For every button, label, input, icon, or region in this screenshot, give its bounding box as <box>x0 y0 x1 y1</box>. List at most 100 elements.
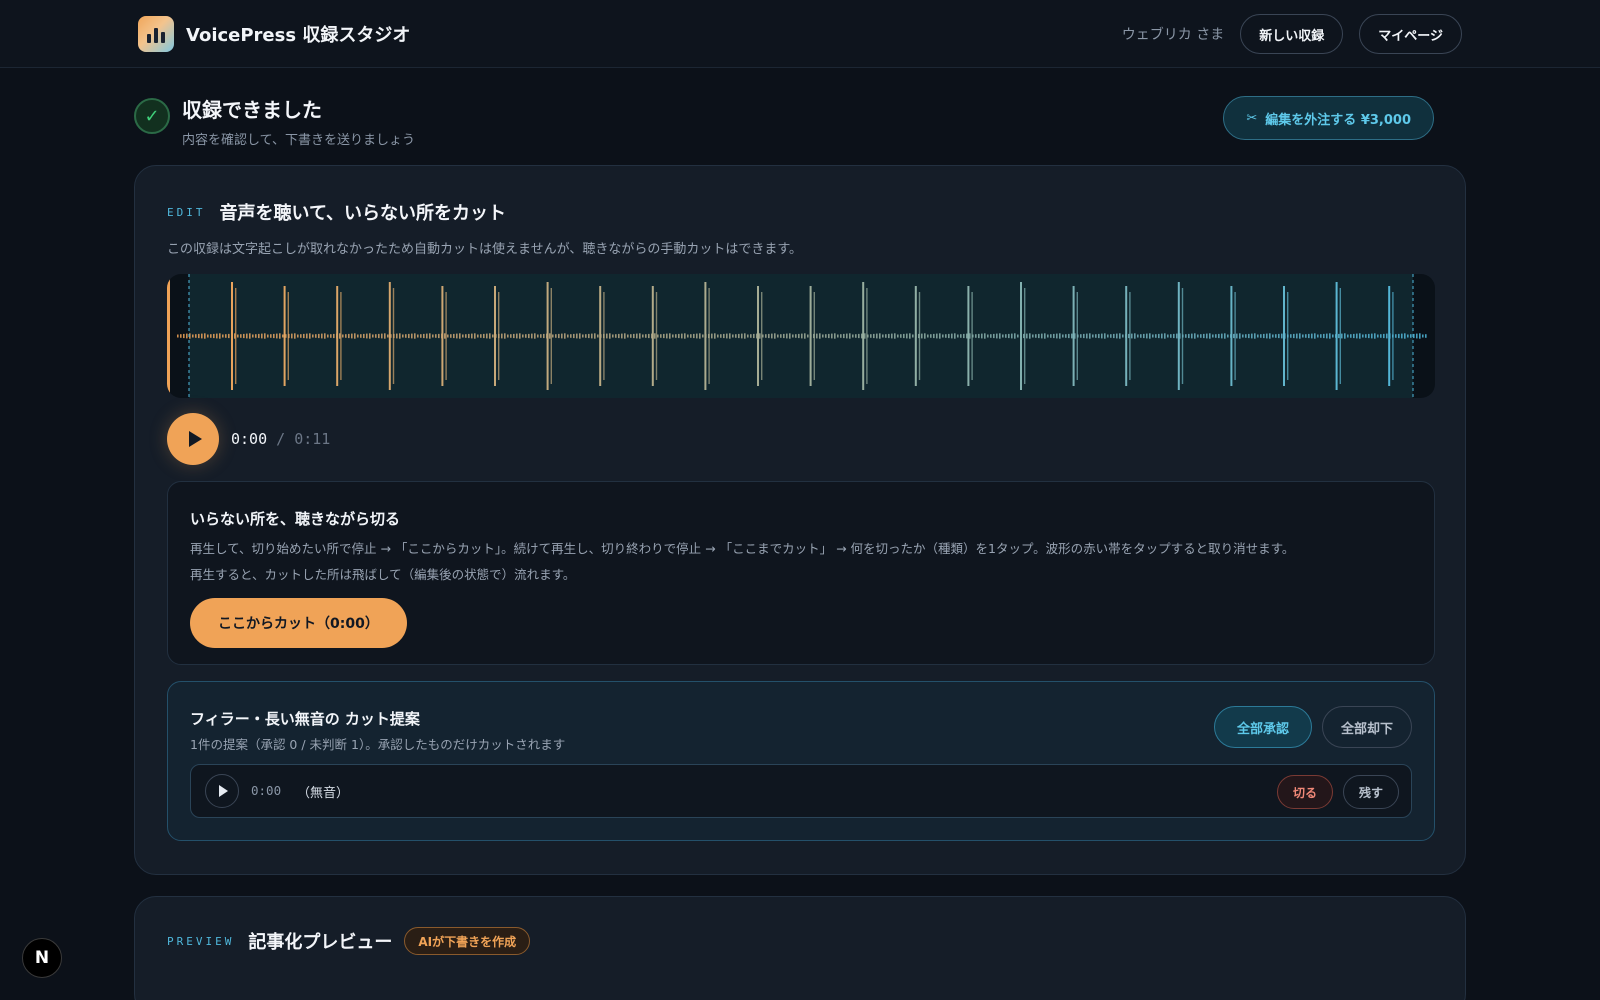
waveform-sample <box>1311 333 1313 339</box>
waveform-sample <box>1314 333 1316 339</box>
waveform-sample <box>519 333 521 339</box>
waveform-sample <box>453 333 455 339</box>
waveform-sample <box>1305 334 1307 338</box>
dev-tools-badge[interactable]: N <box>22 938 62 978</box>
waveform-sample <box>468 333 470 339</box>
waveform-sample <box>483 333 485 339</box>
edit-card: EDIT 音声を聴いて、いらない所をカット この収録は文字起こしが取れなかったた… <box>134 165 1466 875</box>
waveform-sample <box>597 334 599 338</box>
waveform-peak <box>655 292 658 380</box>
waveform-sample <box>456 333 458 339</box>
waveform-sample <box>747 334 749 338</box>
waveform-sample <box>828 333 830 339</box>
waveform-sample <box>675 334 677 338</box>
suggestion-cut-button[interactable]: 切る <box>1276 775 1333 809</box>
waveform-peak <box>1392 292 1394 380</box>
waveform-sample <box>591 333 593 339</box>
waveform-sample <box>294 333 296 339</box>
waveform-sample <box>615 334 617 338</box>
waveform-sample <box>1281 333 1283 339</box>
waveform-sample <box>276 333 278 339</box>
waveform-sample <box>408 333 410 339</box>
outsource-edit-button[interactable]: ✂ 編集を外注する ¥3,000 <box>1223 96 1434 140</box>
waveform-peak <box>862 282 865 390</box>
waveform-sample <box>282 334 284 338</box>
cut-from-here-button[interactable]: ここからカット（0:00） <box>190 598 407 648</box>
waveform-peak <box>866 288 868 384</box>
waveform-sample <box>1134 333 1136 339</box>
waveform-sample <box>486 333 488 339</box>
waveform-sample <box>357 334 359 338</box>
waveform-sample <box>894 333 896 339</box>
accept-all-button[interactable]: 全部承認 <box>1213 706 1312 748</box>
waveform-sample <box>1374 333 1376 339</box>
waveform-sample <box>423 333 425 339</box>
waveform-sample <box>1236 333 1238 339</box>
waveform-sample <box>612 334 614 338</box>
waveform-peak <box>1335 282 1338 390</box>
playhead <box>167 274 170 398</box>
waveform-sample <box>360 334 362 338</box>
waveform-sample <box>1359 333 1361 339</box>
suggestion-play-button[interactable] <box>205 774 239 808</box>
brand[interactable]: VoicePress 収録スタジオ <box>138 16 410 52</box>
waveform-sample <box>1410 334 1412 338</box>
waveform-sample <box>501 333 503 339</box>
waveform-sample <box>834 333 836 339</box>
waveform-sample <box>540 334 542 338</box>
waveform-sample <box>1146 333 1148 339</box>
waveform-sample <box>252 334 254 338</box>
waveform-sample <box>327 334 329 338</box>
reject-all-button[interactable]: 全部却下 <box>1321 706 1412 748</box>
new-recording-button[interactable]: 新しい収録 <box>1240 14 1344 54</box>
suggestion-keep-button[interactable]: 残す <box>1342 775 1399 809</box>
waveform-sample <box>849 333 851 339</box>
waveform-sample <box>900 334 902 338</box>
waveform-sample <box>1158 333 1160 339</box>
waveform-sample <box>1278 333 1280 339</box>
waveform-sample <box>1170 334 1172 338</box>
waveform-sample <box>291 333 293 339</box>
waveform-sample <box>681 333 683 339</box>
waveform-sample <box>636 333 638 339</box>
suggestion-time: 0:00 <box>251 783 282 798</box>
waveform-sample <box>960 334 962 338</box>
waveform-sample <box>606 333 608 339</box>
waveform-sample <box>726 333 728 339</box>
waveform-sample <box>858 333 860 339</box>
waveform-sample <box>492 334 494 338</box>
waveform-sample <box>1326 333 1328 339</box>
waveform-sample <box>720 334 722 338</box>
waveform-peak <box>494 286 496 386</box>
play-button[interactable] <box>167 413 219 465</box>
waveform-sample <box>1071 333 1073 339</box>
waveform-sample <box>564 333 566 339</box>
waveform-sample <box>702 334 704 338</box>
waveform-sample <box>1161 333 1163 339</box>
waveform-sample <box>657 334 659 338</box>
waveform-sample <box>567 334 569 338</box>
waveform-sample <box>1101 333 1103 339</box>
waveform-sample <box>888 333 890 339</box>
waveform-sample <box>1341 333 1343 339</box>
waveform-sample <box>510 334 512 338</box>
waveform-sample <box>1119 333 1121 339</box>
mypage-button[interactable]: マイページ <box>1359 14 1462 54</box>
waveform-peak <box>704 282 707 390</box>
waveform-sample <box>1272 334 1274 338</box>
waveform-peak <box>546 282 549 390</box>
waveform-sample <box>897 334 899 338</box>
waveform-sample <box>1083 333 1085 339</box>
waveform-sample <box>1104 333 1106 339</box>
waveform-peak <box>918 292 921 380</box>
waveform-sample <box>948 333 950 339</box>
waveform-sample <box>759 333 761 339</box>
waveform-sample <box>1155 334 1157 338</box>
waveform-sample <box>192 334 194 338</box>
waveform-graphic <box>167 274 1427 398</box>
waveform[interactable] <box>167 274 1435 398</box>
waveform-sample <box>912 334 914 338</box>
playback-time: 0:00 / 0:11 <box>231 430 330 448</box>
waveform-sample <box>1110 334 1112 338</box>
waveform-sample <box>993 333 995 339</box>
